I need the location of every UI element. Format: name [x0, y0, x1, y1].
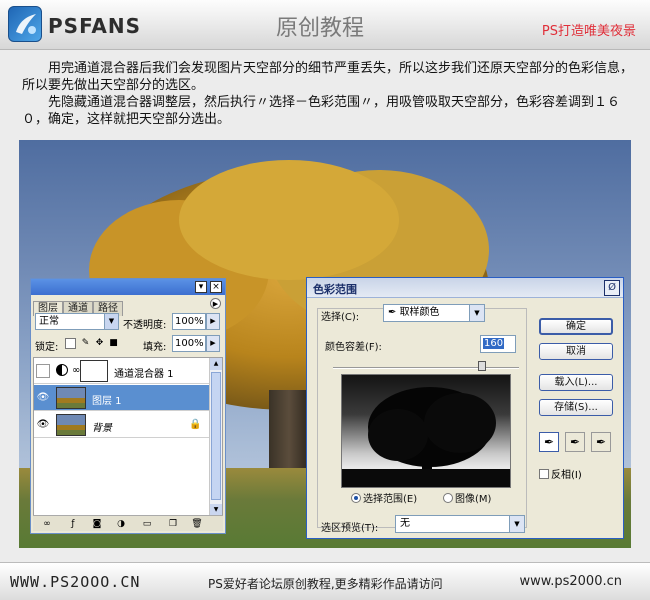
radio-dot-unchecked	[443, 493, 453, 503]
layer-row-channel-mixer[interactable]: ∞ 通道混合器 1	[34, 358, 210, 384]
layer-name: 背景	[92, 423, 112, 434]
close-icon[interactable]: ×	[210, 281, 222, 293]
lock-label: 锁定:	[35, 342, 59, 353]
checkbox-box	[539, 469, 549, 479]
color-range-dialog: 色彩范围 Ø 选择(C): ✒ 取样颜色 ▼ 颜色容差(F): 160 选择范围…	[306, 277, 624, 539]
ok-button[interactable]: 确定	[539, 318, 613, 335]
radio-selection[interactable]: 选择范围(E)	[351, 490, 417, 505]
logo-text: PSFANS	[48, 14, 142, 38]
layers-panel-titlebar[interactable]: ▾ ×	[31, 279, 225, 295]
chevron-down-icon[interactable]: ▼	[509, 516, 524, 532]
eye-icon[interactable]: 👁	[36, 418, 50, 432]
fuzziness-slider-knob[interactable]	[477, 361, 486, 371]
header-bar: PSFANS 原创教程 PS打造唯美夜景	[0, 0, 650, 50]
trash-icon[interactable]: 🗑	[191, 518, 203, 530]
scroll-up-icon[interactable]: ▲	[210, 358, 222, 370]
radio-image-label: 图像(M)	[455, 494, 492, 505]
eyedropper-add-icon[interactable]: ✒	[565, 432, 585, 452]
add-mask-icon[interactable]: ◙	[91, 518, 103, 530]
save-button[interactable]: 存储(S)...	[539, 399, 613, 416]
footer-site-logo: WWW.PS2OOO.CN	[10, 573, 141, 591]
fill-input[interactable]: 100%	[172, 335, 206, 352]
eyedropper-mini-icon: ✒	[388, 307, 400, 318]
layer-name: 图层 1	[92, 396, 122, 407]
fill-arrow-icon[interactable]: ▶	[206, 335, 220, 352]
select-dropdown[interactable]: ✒ 取样颜色 ▼	[383, 304, 485, 322]
layer-list-scrollbar[interactable]: ▲ ▼	[209, 358, 222, 516]
radio-selection-label: 选择范围(E)	[363, 494, 418, 505]
panel-tabs: 图层 通道 路径	[33, 296, 123, 316]
layer-thumbnail	[56, 387, 86, 409]
invert-checkbox[interactable]: 反相(I)	[539, 466, 582, 481]
opacity-input[interactable]: 100%	[172, 313, 206, 330]
fuzziness-value: 160	[483, 338, 505, 349]
layer-mask-thumbnail	[80, 360, 108, 382]
tutorial-page: PSFANS 原创教程 PS打造唯美夜景 用完通道混合器后我们会发现图片天空部分…	[0, 0, 650, 600]
footer-url: www.ps2000.cn	[519, 574, 622, 589]
eye-icon[interactable]: 👁	[36, 391, 50, 405]
visibility-toggle-empty[interactable]	[36, 364, 50, 378]
blend-mode-select[interactable]: 正常 ▼	[35, 313, 119, 330]
fuzziness-input[interactable]: 160	[480, 335, 516, 353]
selection-preview-dropdown[interactable]: 无 ▼	[395, 515, 525, 533]
cancel-button[interactable]: 取消	[539, 343, 613, 360]
layers-panel: ▾ × 图层 通道 路径 ▶ 正常 ▼ 不透明度: 100% ▶ 锁定: ✎ ✥ ■…	[30, 278, 226, 534]
lock-move-icon[interactable]: ✥	[94, 338, 105, 349]
tutorial-text: 用完通道混合器后我们会发现图片天空部分的细节严重丢失，所以这步我们还原天空部分的…	[22, 60, 634, 128]
selection-preview-value: 无	[400, 518, 410, 529]
page-title: 原创教程	[276, 16, 365, 41]
invert-label: 反相(I)	[551, 470, 582, 481]
select-label: 选择(C):	[321, 312, 360, 323]
fuzziness-label: 颜色容差(F):	[325, 342, 382, 353]
layer-style-icon[interactable]: ƒ	[67, 518, 79, 530]
footer-bar: WWW.PS2OOO.CN PS爱好者论坛原创教程,更多精彩作品请访问 www.…	[0, 562, 650, 600]
link-layers-icon[interactable]: ∞	[41, 518, 53, 530]
lock-brush-icon[interactable]: ✎	[80, 338, 91, 349]
tree-silhouette-preview	[342, 387, 510, 487]
layer-thumbnail	[56, 414, 86, 436]
selection-preview-image	[341, 374, 511, 488]
close-icon[interactable]: Ø	[604, 280, 620, 296]
layers-footer-toolbar: ∞ ƒ ◙ ◑ ▭ ❐ 🗑	[33, 515, 223, 531]
new-layer-icon[interactable]: ❐	[167, 518, 179, 530]
paragraph-2: 先隐藏通道混合器调整层，然后执行〃选择－色彩范围〃，用吸管吸取天空部分，色彩容差…	[22, 95, 621, 127]
eyedropper-icon[interactable]: ✒	[539, 432, 559, 452]
panel-menu-icon[interactable]: ▶	[210, 298, 221, 309]
lock-transparency-icon[interactable]	[65, 338, 76, 349]
chevron-down-icon[interactable]: ▼	[469, 305, 484, 321]
select-value: 取样颜色	[399, 307, 440, 318]
blend-mode-value: 正常	[39, 316, 59, 327]
paragraph-1: 用完通道混合器后我们会发现图片天空部分的细节严重丢失，所以这步我们还原天空部分的…	[22, 61, 634, 93]
fill-label: 填充:	[143, 342, 167, 353]
lock-fill-row: 锁定: ✎ ✥ ■ 填充: 100% ▶	[35, 335, 221, 353]
opacity-label: 不透明度:	[123, 320, 167, 331]
opacity-arrow-icon[interactable]: ▶	[206, 313, 220, 330]
footer-note: PS爱好者论坛原创教程,更多精彩作品请访问	[208, 577, 443, 591]
tutorial-tagline: PS打造唯美夜景	[541, 24, 636, 39]
dialog-title: 色彩范围	[313, 283, 357, 296]
selection-preview-label: 选区预览(T):	[321, 523, 379, 534]
layer-name: 通道混合器 1	[114, 369, 174, 380]
eyedropper-subtract-icon[interactable]: ✒	[591, 432, 611, 452]
adjustment-layer-icon[interactable]: ◑	[115, 518, 127, 530]
radio-image[interactable]: 图像(M)	[443, 490, 491, 505]
layer-row-background[interactable]: 👁 背景 🔒	[34, 412, 210, 438]
chevron-down-icon[interactable]: ▼	[104, 314, 118, 329]
new-group-icon[interactable]: ▭	[141, 518, 153, 530]
layer-list: ∞ 通道混合器 1 👁 图层 1 👁 背景 🔒 ▲ ▼	[33, 357, 223, 517]
radio-dot-checked	[351, 493, 361, 503]
scrollbar-thumb[interactable]	[211, 372, 221, 500]
lock-all-icon[interactable]: ■	[108, 338, 119, 349]
dialog-titlebar[interactable]: 色彩范围 Ø	[307, 278, 623, 298]
adjustment-layer-icon	[56, 364, 68, 376]
psfans-logo-icon	[8, 6, 42, 42]
layer-row-layer1[interactable]: 👁 图层 1	[34, 385, 210, 411]
blend-opacity-row: 正常 ▼ 不透明度: 100% ▶	[35, 313, 221, 331]
minimize-icon[interactable]: ▾	[195, 281, 207, 293]
lock-icon: 🔒	[189, 419, 202, 430]
fuzziness-slider[interactable]	[333, 367, 519, 369]
load-button[interactable]: 载入(L)...	[539, 374, 613, 391]
